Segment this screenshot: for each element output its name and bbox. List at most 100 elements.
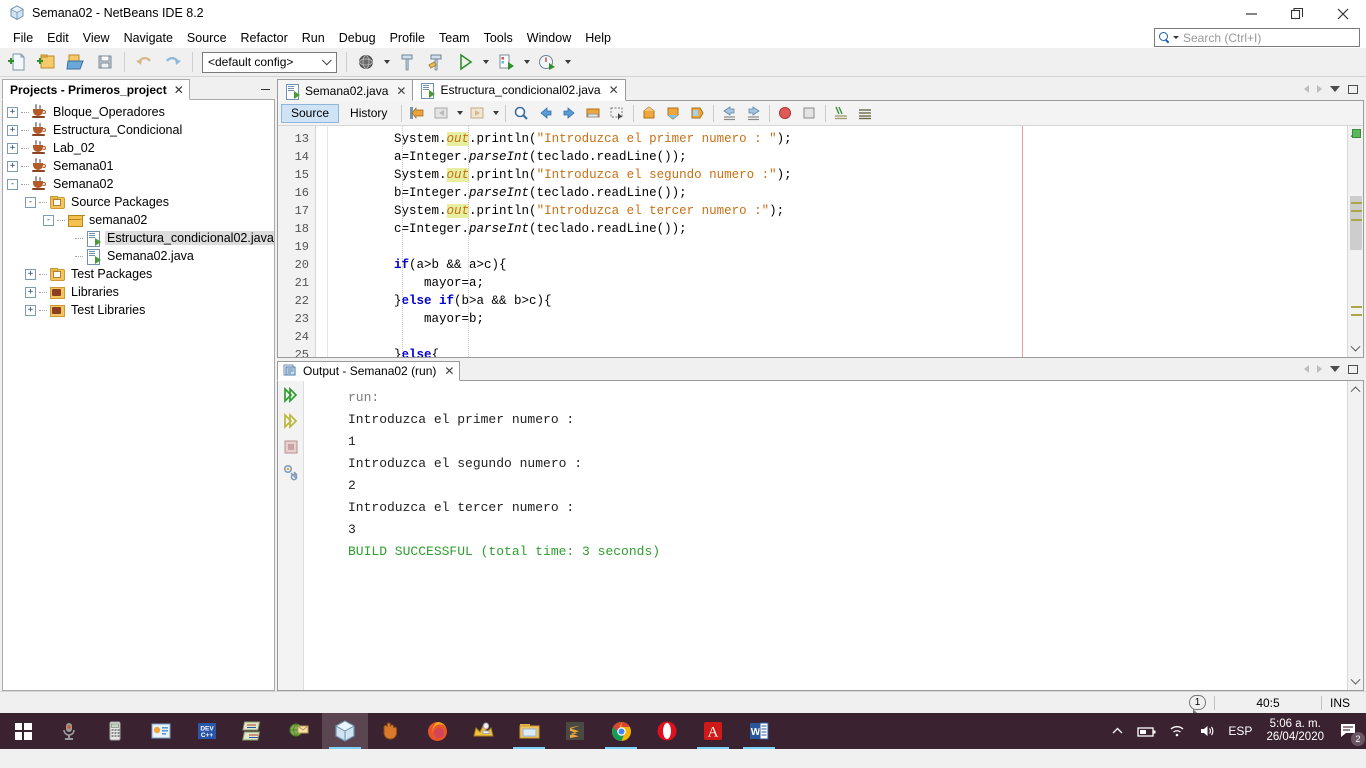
redo-icon[interactable] [159,49,187,75]
circuit-design-icon[interactable] [230,713,276,749]
debug-dropdown-icon[interactable] [521,49,532,75]
close-icon[interactable]: ✕ [444,364,454,378]
word-icon[interactable]: W [736,713,782,749]
scroll-down-icon[interactable] [1348,341,1364,357]
microphone-icon[interactable] [46,713,92,749]
google-chrome-icon[interactable] [598,713,644,749]
language-indicator[interactable]: ESP [1222,713,1258,749]
wifi-icon[interactable] [1162,713,1192,749]
tab-estructura-condicional02-java[interactable]: Estructura_condicional02.java ✕ [412,79,626,101]
code-line[interactable]: b=Integer.parseInt(teclado.readLine()); [328,184,1347,202]
code-line[interactable] [328,328,1347,346]
menu-view[interactable]: View [76,29,117,47]
tab-history[interactable]: History [340,104,397,123]
shift-left-icon[interactable] [718,102,741,124]
netbeans-icon[interactable] [322,713,368,749]
run-dropdown-icon[interactable] [480,49,491,75]
debug-project-icon[interactable] [492,49,520,75]
scroll-right-icon[interactable] [1317,365,1322,373]
opera-icon[interactable] [644,713,690,749]
menu-help[interactable]: Help [578,29,618,47]
scroll-right-icon[interactable] [1317,85,1322,93]
output-vertical-scrollbar[interactable] [1347,381,1363,690]
clock[interactable]: 5:06 a. m. 26/04/2020 [1258,718,1332,744]
forward-dropdown-icon[interactable] [490,100,501,126]
tree-item-semana02-java[interactable]: Semana02.java [3,247,274,265]
menu-tools[interactable]: Tools [477,29,520,47]
code-line[interactable]: if(a>b && a>c){ [328,256,1347,274]
chevron-down-icon[interactable] [1330,366,1340,372]
expand-icon[interactable]: + [7,124,18,136]
rerun-alt-icon[interactable] [280,410,302,432]
maximize-icon[interactable] [1348,84,1358,94]
toggle-breakpoint-icon[interactable] [774,102,797,124]
stop-process-icon[interactable] [280,436,302,458]
code-line[interactable] [328,238,1347,256]
project-tree[interactable]: + Bloque_Operadores + Estructura_Condiciona… [2,100,275,691]
back-icon[interactable] [430,102,453,124]
search-dropdown-icon[interactable] [1173,36,1179,39]
menu-team[interactable]: Team [432,29,477,47]
last-edit-icon[interactable] [406,102,429,124]
menu-source[interactable]: Source [180,29,234,47]
chevron-up-icon[interactable] [1102,713,1132,749]
firefox-icon[interactable] [414,713,460,749]
build-project-icon[interactable] [393,49,421,75]
devcpp-icon[interactable]: DEV C++ [184,713,230,749]
search-input[interactable]: Search (Ctrl+I) [1154,28,1360,47]
annotation-mark[interactable] [1351,314,1362,316]
run-project-icon[interactable] [451,49,479,75]
code-line[interactable]: }else if(b>a && b>c){ [328,292,1347,310]
expand-icon[interactable]: + [7,106,18,118]
next-bookmark-icon[interactable] [662,102,685,124]
expand-icon[interactable]: + [25,286,36,298]
adobe-reader-icon[interactable]: A [690,713,736,749]
scroll-left-icon[interactable] [1304,85,1309,93]
menu-edit[interactable]: Edit [40,29,76,47]
profile-dropdown-icon[interactable] [562,49,573,75]
code-editor[interactable]: 13 14 15 16 17 18 19 20 21 22 23 24 25 System.out.pr… [278,126,1363,357]
annotation-mark[interactable] [1351,202,1362,204]
close-icon[interactable]: ✕ [396,84,406,98]
tree-item-test-packages[interactable]: + Test Packages [3,265,274,283]
tab-semana02-java[interactable]: Semana02.java ✕ [277,79,414,101]
close-button[interactable] [1320,0,1366,27]
minimize-button[interactable] [1228,0,1274,27]
sublime-text-icon[interactable] [552,713,598,749]
expand-icon[interactable]: + [25,268,36,280]
menu-navigate[interactable]: Navigate [117,29,180,47]
expand-icon[interactable]: + [7,142,18,154]
presentation-app-icon[interactable] [138,713,184,749]
notification-center-icon[interactable]: 2 [1332,713,1366,749]
calculator-icon[interactable] [92,713,138,749]
tab-output[interactable]: Output - Semana02 (run) ✕ [277,361,461,381]
close-icon[interactable]: ✕ [609,83,619,97]
profile-project-icon[interactable] [533,49,561,75]
clean-build-icon[interactable] [422,49,450,75]
previous-bookmark-icon[interactable] [638,102,661,124]
tree-item-lab-02[interactable]: + Lab_02 [3,139,274,157]
tree-item-test-libraries[interactable]: + Test Libraries [3,301,274,319]
code-line[interactable]: System.out.println("Introduzca el primer… [328,130,1347,148]
tree-item-estructura-condicional[interactable]: + Estructura_Condicional [3,121,274,139]
scrollbar-thumb[interactable] [1350,196,1362,250]
code-line[interactable]: mayor=a; [328,274,1347,292]
chevron-down-icon[interactable] [1330,86,1340,92]
maximize-button[interactable] [1274,0,1320,27]
code-line[interactable]: c=Integer.parseInt(teclado.readLine()); [328,220,1347,238]
minimize-panel-button[interactable] [255,80,275,100]
tab-source[interactable]: Source [281,103,340,123]
tree-item-bloque-operadores[interactable]: + Bloque_Operadores [3,103,274,121]
tree-item-estructura-condicional02-java[interactable]: Estructura_condicional02.java [3,229,274,247]
toggle-rectangular-selection-icon[interactable] [606,102,629,124]
chevron-down-icon[interactable] [318,53,336,72]
code-line[interactable]: System.out.println("Introduzca el segund… [328,166,1347,184]
tree-item-libraries[interactable]: + Libraries [3,283,274,301]
output-settings-icon[interactable] [280,462,302,484]
tab-projects[interactable]: Projects - Primeros_project ✕ [2,79,190,100]
mail-search-icon[interactable] [276,713,322,749]
scroll-left-icon[interactable] [1304,365,1309,373]
rerun-icon[interactable] [280,384,302,406]
menu-debug[interactable]: Debug [332,29,383,47]
code-line[interactable]: a=Integer.parseInt(teclado.readLine()); [328,148,1347,166]
